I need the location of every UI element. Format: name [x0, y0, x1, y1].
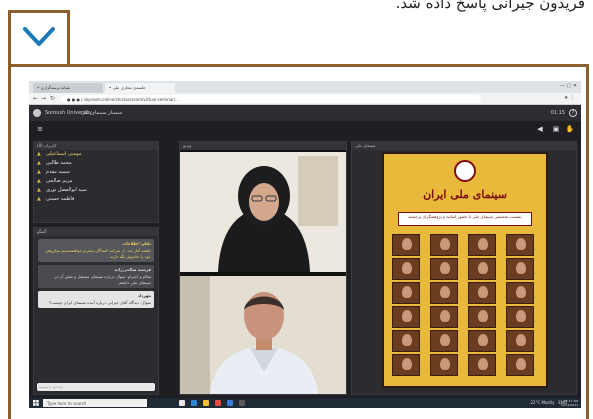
- speaker-photo: [506, 234, 534, 256]
- poster-subtitle: نشست تخصصی سینمای ملی با حضور اساتید و پ…: [398, 212, 532, 226]
- collapse-toggle[interactable]: [8, 10, 70, 64]
- webcam-feed-presenter: [180, 152, 346, 272]
- chat-sender: ناظر: اطلاعات: [122, 241, 151, 246]
- speaker-photo: [506, 282, 534, 304]
- forward-icon[interactable]: →: [41, 95, 46, 102]
- room-title: سمینار سینمای ملی: [81, 110, 123, 116]
- address-bar: ← → ↻ ● ● ● | skyroom.online/ch/classroo…: [29, 93, 581, 105]
- speaker-photo: [468, 330, 496, 352]
- speaker-photo: [468, 234, 496, 256]
- taskbar-search-input[interactable]: Type here to search: [43, 399, 147, 407]
- speaker-photo: [430, 234, 458, 256]
- users-panel: کاربران (8) موسی اسماعیلیمحمد طالبیسمیه …: [33, 141, 159, 223]
- chat-sender: فرشته صالحی‌زاده: [114, 267, 151, 272]
- document-panel-title: سینمای ملی: [352, 142, 576, 150]
- user-item[interactable]: موسی اسماعیلی: [34, 150, 158, 159]
- weather-text: 22°C Mostly: [530, 400, 555, 405]
- speaker-photo: [392, 234, 420, 256]
- classroom-screenshot: • نشانه پرسه‌گزاری • جلسه‌ی مجازی ملی — …: [29, 81, 581, 408]
- help-icon[interactable]: ?: [569, 109, 577, 117]
- chat-messages: ناظر: اطلاعات جلسه آغاز شد. از شرکت کنندگ…: [34, 239, 158, 308]
- speaker-photo: [392, 354, 420, 376]
- word-icon[interactable]: [227, 400, 233, 406]
- app-toolbar: ≡ ◀ ▣ ✋: [29, 121, 581, 139]
- chrome-icon[interactable]: [215, 400, 221, 406]
- user-item[interactable]: سمیه مقدم: [34, 168, 158, 177]
- chevron-down-icon: [23, 27, 55, 46]
- task-view-icon[interactable]: [179, 400, 185, 406]
- raise-hand-icon[interactable]: ✋: [565, 125, 575, 134]
- chat-message: مهرداد سوال: دیدگاه آقای جیرانی درباره آی…: [38, 291, 154, 308]
- chat-text: جلسه آغاز شد. از شرکت کنندگان محترم خواه…: [45, 248, 151, 259]
- screen-share-icon[interactable]: ▣: [551, 125, 561, 134]
- speaker-photo: [506, 258, 534, 280]
- extensions-icon[interactable]: ★ ⋮: [564, 95, 575, 101]
- poster-emblem-icon: [454, 160, 476, 182]
- chat-message: ناظر: اطلاعات جلسه آغاز شد. از شرکت کنندگ…: [38, 239, 154, 262]
- app-icon[interactable]: [239, 400, 245, 406]
- edge-icon[interactable]: [191, 400, 197, 406]
- chat-panel: گفتگو ناظر: اطلاعات جلسه آغاز شد. از شرکت…: [33, 227, 159, 395]
- speaker-photo: [392, 306, 420, 328]
- browser-tab-active[interactable]: • جلسه‌ی مجازی ملی: [105, 83, 175, 93]
- chat-panel-title: گفتگو: [34, 228, 158, 236]
- user-item[interactable]: مریم صالحی: [34, 177, 158, 186]
- speaker-photo: [392, 282, 420, 304]
- speaker-photo: [468, 282, 496, 304]
- speaker-photo: [468, 306, 496, 328]
- event-poster: سینمای ملی ایران نشست تخصصی سینمای ملی ب…: [382, 152, 548, 388]
- chat-input[interactable]: پیام خود را بنویسید...: [37, 383, 155, 391]
- speaker-icon[interactable]: ◀: [535, 125, 545, 134]
- url-field[interactable]: ● ● ● | skyroom.online/ch/classroom/virt…: [61, 95, 481, 103]
- speaker-photo: [430, 306, 458, 328]
- speaker-photo: [506, 330, 534, 352]
- screenshot-frame: • نشانه پرسه‌گزاری • جلسه‌ی مجازی ملی — …: [8, 64, 589, 419]
- speaker-photo: [506, 306, 534, 328]
- user-item[interactable]: فاطمه حسنی: [34, 195, 158, 204]
- taskbar-clock[interactable]: 08:17 AM 12/12/2021: [561, 399, 578, 407]
- chat-sender: مهرداد: [137, 293, 151, 298]
- speaker-photo: [392, 258, 420, 280]
- user-item[interactable]: سید ابوالفضل نوری: [34, 186, 158, 195]
- video-panel: ویدیو: [179, 141, 347, 395]
- clock-date: 12/12/2021: [560, 403, 578, 407]
- webcam-feed-guest: [180, 276, 346, 394]
- document-panel: سینمای ملی سینمای ملی ایران نشست تخصصی س…: [351, 141, 577, 395]
- speaker-photo: [468, 258, 496, 280]
- users-panel-title: کاربران (8): [34, 142, 158, 150]
- speaker-photo: [430, 258, 458, 280]
- speaker-photo: [430, 282, 458, 304]
- app-header: Soroush University سمینار سینمای ملی 01:…: [29, 105, 581, 121]
- caption-text: فریدون جیرانی پاسخ داده شد.: [395, 0, 585, 12]
- speaker-photo: [392, 330, 420, 352]
- speaker-photo: [430, 354, 458, 376]
- user-item[interactable]: محمد طالبی: [34, 159, 158, 168]
- speaker-photo: [506, 354, 534, 376]
- chat-message: فرشته صالحی‌زاده سلام و احترام. سوال دربا…: [38, 265, 154, 288]
- window-controls[interactable]: — ▢ ✕: [560, 83, 577, 89]
- user-list: موسی اسماعیلیمحمد طالبیسمیه مقدممریم صال…: [34, 150, 158, 204]
- poster-title: سینمای ملی ایران: [423, 188, 507, 201]
- menu-icon[interactable]: ≡: [35, 125, 45, 134]
- windows-taskbar: Type here to search 22°C Mostly ENG 08:1…: [29, 398, 581, 408]
- speaker-photo: [430, 330, 458, 352]
- chat-text: سوال: دیدگاه آقای جیرانی درباره آینده سی…: [49, 300, 151, 305]
- guest-figure: [180, 276, 346, 394]
- session-timer: 01:15: [550, 110, 565, 116]
- video-panel-title: ویدیو: [180, 142, 346, 150]
- windows-start-icon[interactable]: [33, 400, 39, 406]
- presenter-figure: [180, 152, 346, 272]
- reload-icon[interactable]: ↻: [50, 95, 55, 102]
- speaker-photo: [468, 354, 496, 376]
- browser-tab-bar: • نشانه پرسه‌گزاری • جلسه‌ی مجازی ملی — …: [29, 81, 581, 93]
- poster-speaker-grid: [390, 234, 540, 380]
- browser-tab[interactable]: • نشانه پرسه‌گزاری: [33, 83, 103, 93]
- file-explorer-icon[interactable]: [203, 400, 209, 406]
- back-icon[interactable]: ←: [33, 95, 38, 102]
- university-logo-icon: [33, 109, 41, 117]
- chat-text: سلام و احترام. سوال درباره سینمای مستقل …: [54, 274, 151, 285]
